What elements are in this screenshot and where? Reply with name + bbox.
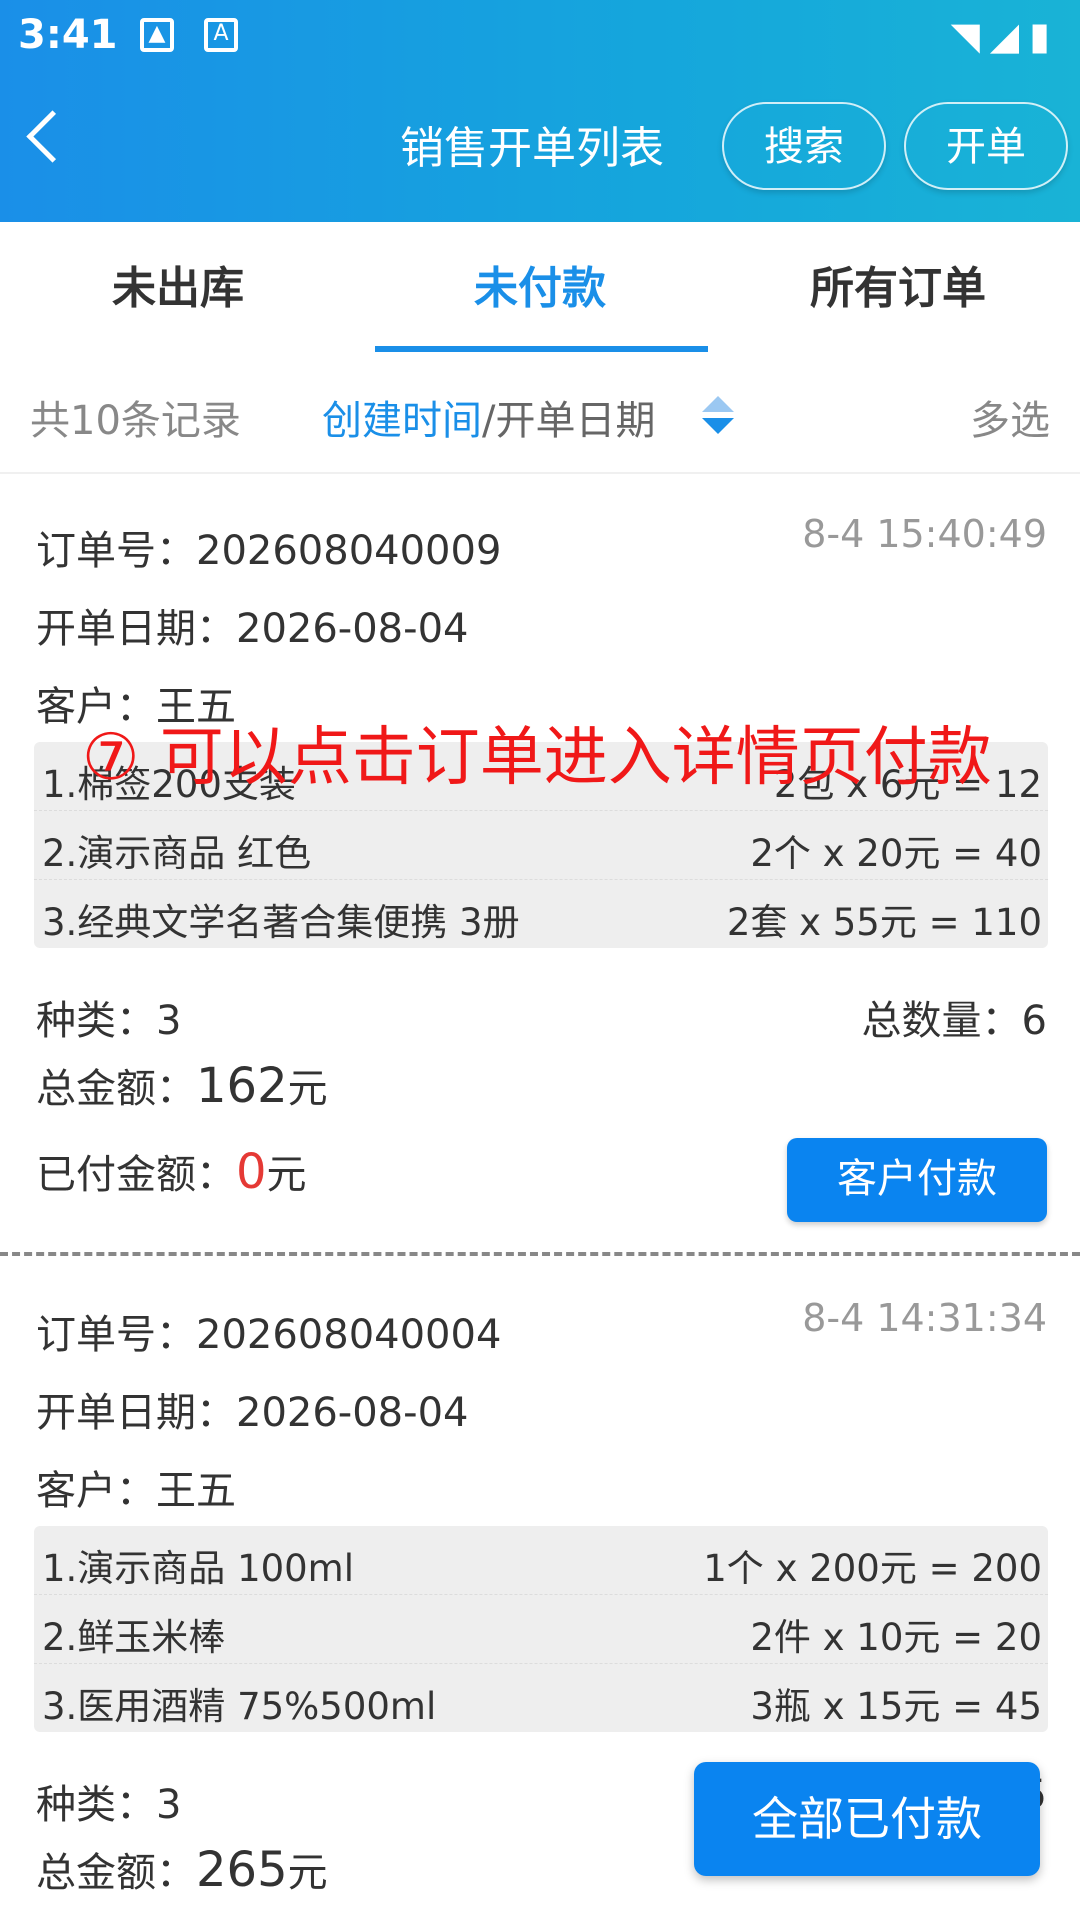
customer: 客户：王五	[36, 1458, 236, 1516]
order-number-value: 202608040004	[196, 1312, 502, 1358]
page-title: 销售开单列表	[400, 123, 664, 174]
tab-bar: 未出库 未付款 所有订单	[0, 222, 1080, 352]
item-name: 1.演示商品 100ml	[42, 1547, 355, 1590]
tab-not-shipped[interactable]: 未出库	[112, 252, 244, 316]
total-quantity: 总数量：6	[862, 988, 1047, 1046]
order-date: 开单日期：2026-08-04	[36, 596, 468, 654]
total-quantity-label: 总数量：	[861, 998, 1022, 1044]
paid-amount: 已付金额：0元	[36, 1142, 307, 1200]
order-number: 订单号：202608040004	[36, 1302, 501, 1360]
item-price: 2套 x 55元 = 110	[726, 901, 1042, 944]
app-header: 3:41 ▲ A ◥◢▮ 销售开单列表 搜索 开单	[0, 0, 1080, 222]
item-name: 3.经典文学名著合集便携 3册	[42, 901, 520, 944]
kinds-label: 种类：	[36, 1782, 156, 1828]
list-item: 3.医用酒精 75%500ml 3瓶 x 15元 = 45	[34, 1664, 1048, 1732]
order-date-label: 开单日期：	[36, 1390, 236, 1436]
item-price: 3瓶 x 15元 = 45	[750, 1685, 1042, 1728]
paid-amount-label: 已付金额：	[36, 1152, 236, 1198]
total-amount-label: 总金额：	[36, 1850, 196, 1896]
list-item: 2.鲜玉米棒 2件 x 10元 = 20	[34, 1595, 1048, 1664]
customer-value: 王五	[156, 1468, 236, 1514]
multi-select-button[interactable]: 多选	[970, 388, 1050, 446]
total-amount: 总金额：162元	[36, 1056, 328, 1114]
kinds-value: 3	[156, 998, 182, 1044]
all-paid-button[interactable]: 全部已付款	[694, 1762, 1040, 1876]
currency-unit: 元	[266, 1152, 307, 1198]
currency-unit: 元	[287, 1850, 328, 1896]
order-number: 订单号：202608040009	[36, 518, 501, 576]
total-amount: 总金额：265元	[36, 1840, 328, 1898]
system-status-icons: ◥◢▮	[951, 14, 1060, 58]
total-quantity-value: 6	[1021, 998, 1047, 1044]
sort-created-time[interactable]: 创建时间	[322, 398, 482, 444]
sort-separator: /	[482, 398, 496, 444]
status-time: 3:41	[18, 12, 118, 58]
tutorial-annotation: ⑦ 可以点击订单进入详情页付款	[82, 721, 992, 795]
order-number-value: 202608040009	[196, 528, 502, 574]
order-date-value: 2026-08-04	[236, 1390, 469, 1436]
order-date-label: 开单日期：	[36, 606, 236, 652]
currency-unit: 元	[287, 1066, 328, 1112]
order-timestamp: 8-4 14:31:34	[802, 1296, 1047, 1340]
list-item: 3.经典文学名著合集便携 3册 2套 x 55元 = 110	[34, 880, 1048, 948]
filter-bar: 共10条记录 创建时间/开单日期 多选	[0, 352, 1080, 474]
paid-amount-value: 0	[236, 1144, 267, 1200]
image-icon: ▲	[140, 18, 174, 52]
battery-icon: ▮	[1029, 14, 1060, 58]
list-item: 2.演示商品 红色 2个 x 20元 = 40	[34, 811, 1048, 880]
sort-order-date[interactable]: 开单日期	[495, 398, 655, 444]
total-amount-value: 162	[196, 1058, 288, 1114]
order-date: 开单日期：2026-08-04	[36, 1380, 468, 1438]
sort-selector[interactable]: 创建时间/开单日期	[322, 388, 655, 446]
text-a-icon: A	[204, 18, 238, 52]
items-list: 1.演示商品 100ml 1个 x 200元 = 200 2.鲜玉米棒 2件 x 1…	[34, 1526, 1048, 1732]
customer-pay-button[interactable]: 客户付款	[787, 1138, 1047, 1222]
back-icon[interactable]	[26, 110, 79, 163]
item-price: 2件 x 10元 = 20	[750, 1616, 1042, 1659]
order-number-label: 订单号：	[36, 1312, 196, 1358]
signal-icon: ◢	[989, 14, 1030, 58]
search-button[interactable]: 搜索	[722, 102, 886, 190]
create-order-button[interactable]: 开单	[904, 102, 1068, 190]
order-date-value: 2026-08-04	[236, 606, 469, 652]
item-price: 1个 x 200元 = 200	[703, 1547, 1042, 1590]
kinds-label: 种类：	[36, 998, 156, 1044]
kinds-value: 3	[156, 1782, 182, 1828]
total-amount-label: 总金额：	[36, 1066, 196, 1112]
item-name: 2.演示商品 红色	[42, 832, 312, 875]
item-name: 3.医用酒精 75%500ml	[42, 1685, 437, 1728]
sort-arrow-icon[interactable]	[700, 394, 736, 436]
list-item: 1.演示商品 100ml 1个 x 200元 = 200	[34, 1526, 1048, 1595]
order-number-label: 订单号：	[36, 528, 196, 574]
customer-label: 客户：	[36, 1468, 156, 1514]
tab-all-orders[interactable]: 所有订单	[810, 252, 986, 316]
order-card[interactable]: 订单号：202608040009 8-4 15:40:49 开单日期：2026-…	[0, 472, 1080, 1252]
item-price: 2个 x 20元 = 40	[750, 832, 1042, 875]
wifi-icon: ◥	[950, 14, 990, 58]
tab-unpaid[interactable]: 未付款	[474, 252, 606, 316]
kinds: 种类：3	[36, 988, 181, 1046]
record-count: 共10条记录	[30, 398, 241, 444]
item-name: 2.鲜玉米棒	[42, 1616, 226, 1659]
kinds: 种类：3	[36, 1772, 181, 1830]
total-amount-value: 265	[196, 1842, 288, 1898]
order-timestamp: 8-4 15:40:49	[802, 512, 1047, 556]
